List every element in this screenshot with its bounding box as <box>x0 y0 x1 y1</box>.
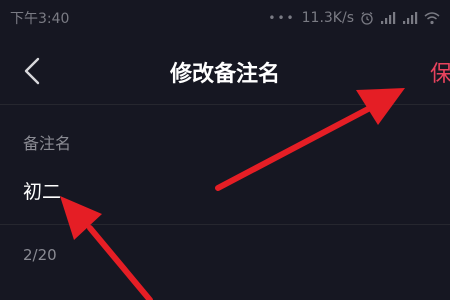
nav-bar: 修改备注名 保 <box>0 36 450 104</box>
status-bar: 下午3:40 ••• 11.3K/s <box>0 0 450 36</box>
arrow-pointing-to-name-value <box>60 196 153 300</box>
char-count: 2/20 <box>23 246 57 264</box>
alarm-icon <box>361 12 373 25</box>
signal-icon <box>381 12 396 24</box>
page-title: 修改备注名 <box>169 62 280 87</box>
status-right: ••• 11.3K/s <box>268 10 440 26</box>
network-speed: 11.3K/s <box>301 10 354 26</box>
status-dots: ••• <box>268 11 296 25</box>
status-time: 下午3:40 <box>10 11 70 27</box>
wifi-icon <box>424 12 440 25</box>
save-button[interactable]: 保 <box>430 56 450 88</box>
status-left: 下午3:40 <box>10 8 69 28</box>
signal-icon <box>403 12 418 24</box>
remark-name-input[interactable] <box>23 174 443 206</box>
divider <box>0 224 450 225</box>
divider <box>0 104 450 105</box>
field-label: 备注名 <box>23 134 72 153</box>
